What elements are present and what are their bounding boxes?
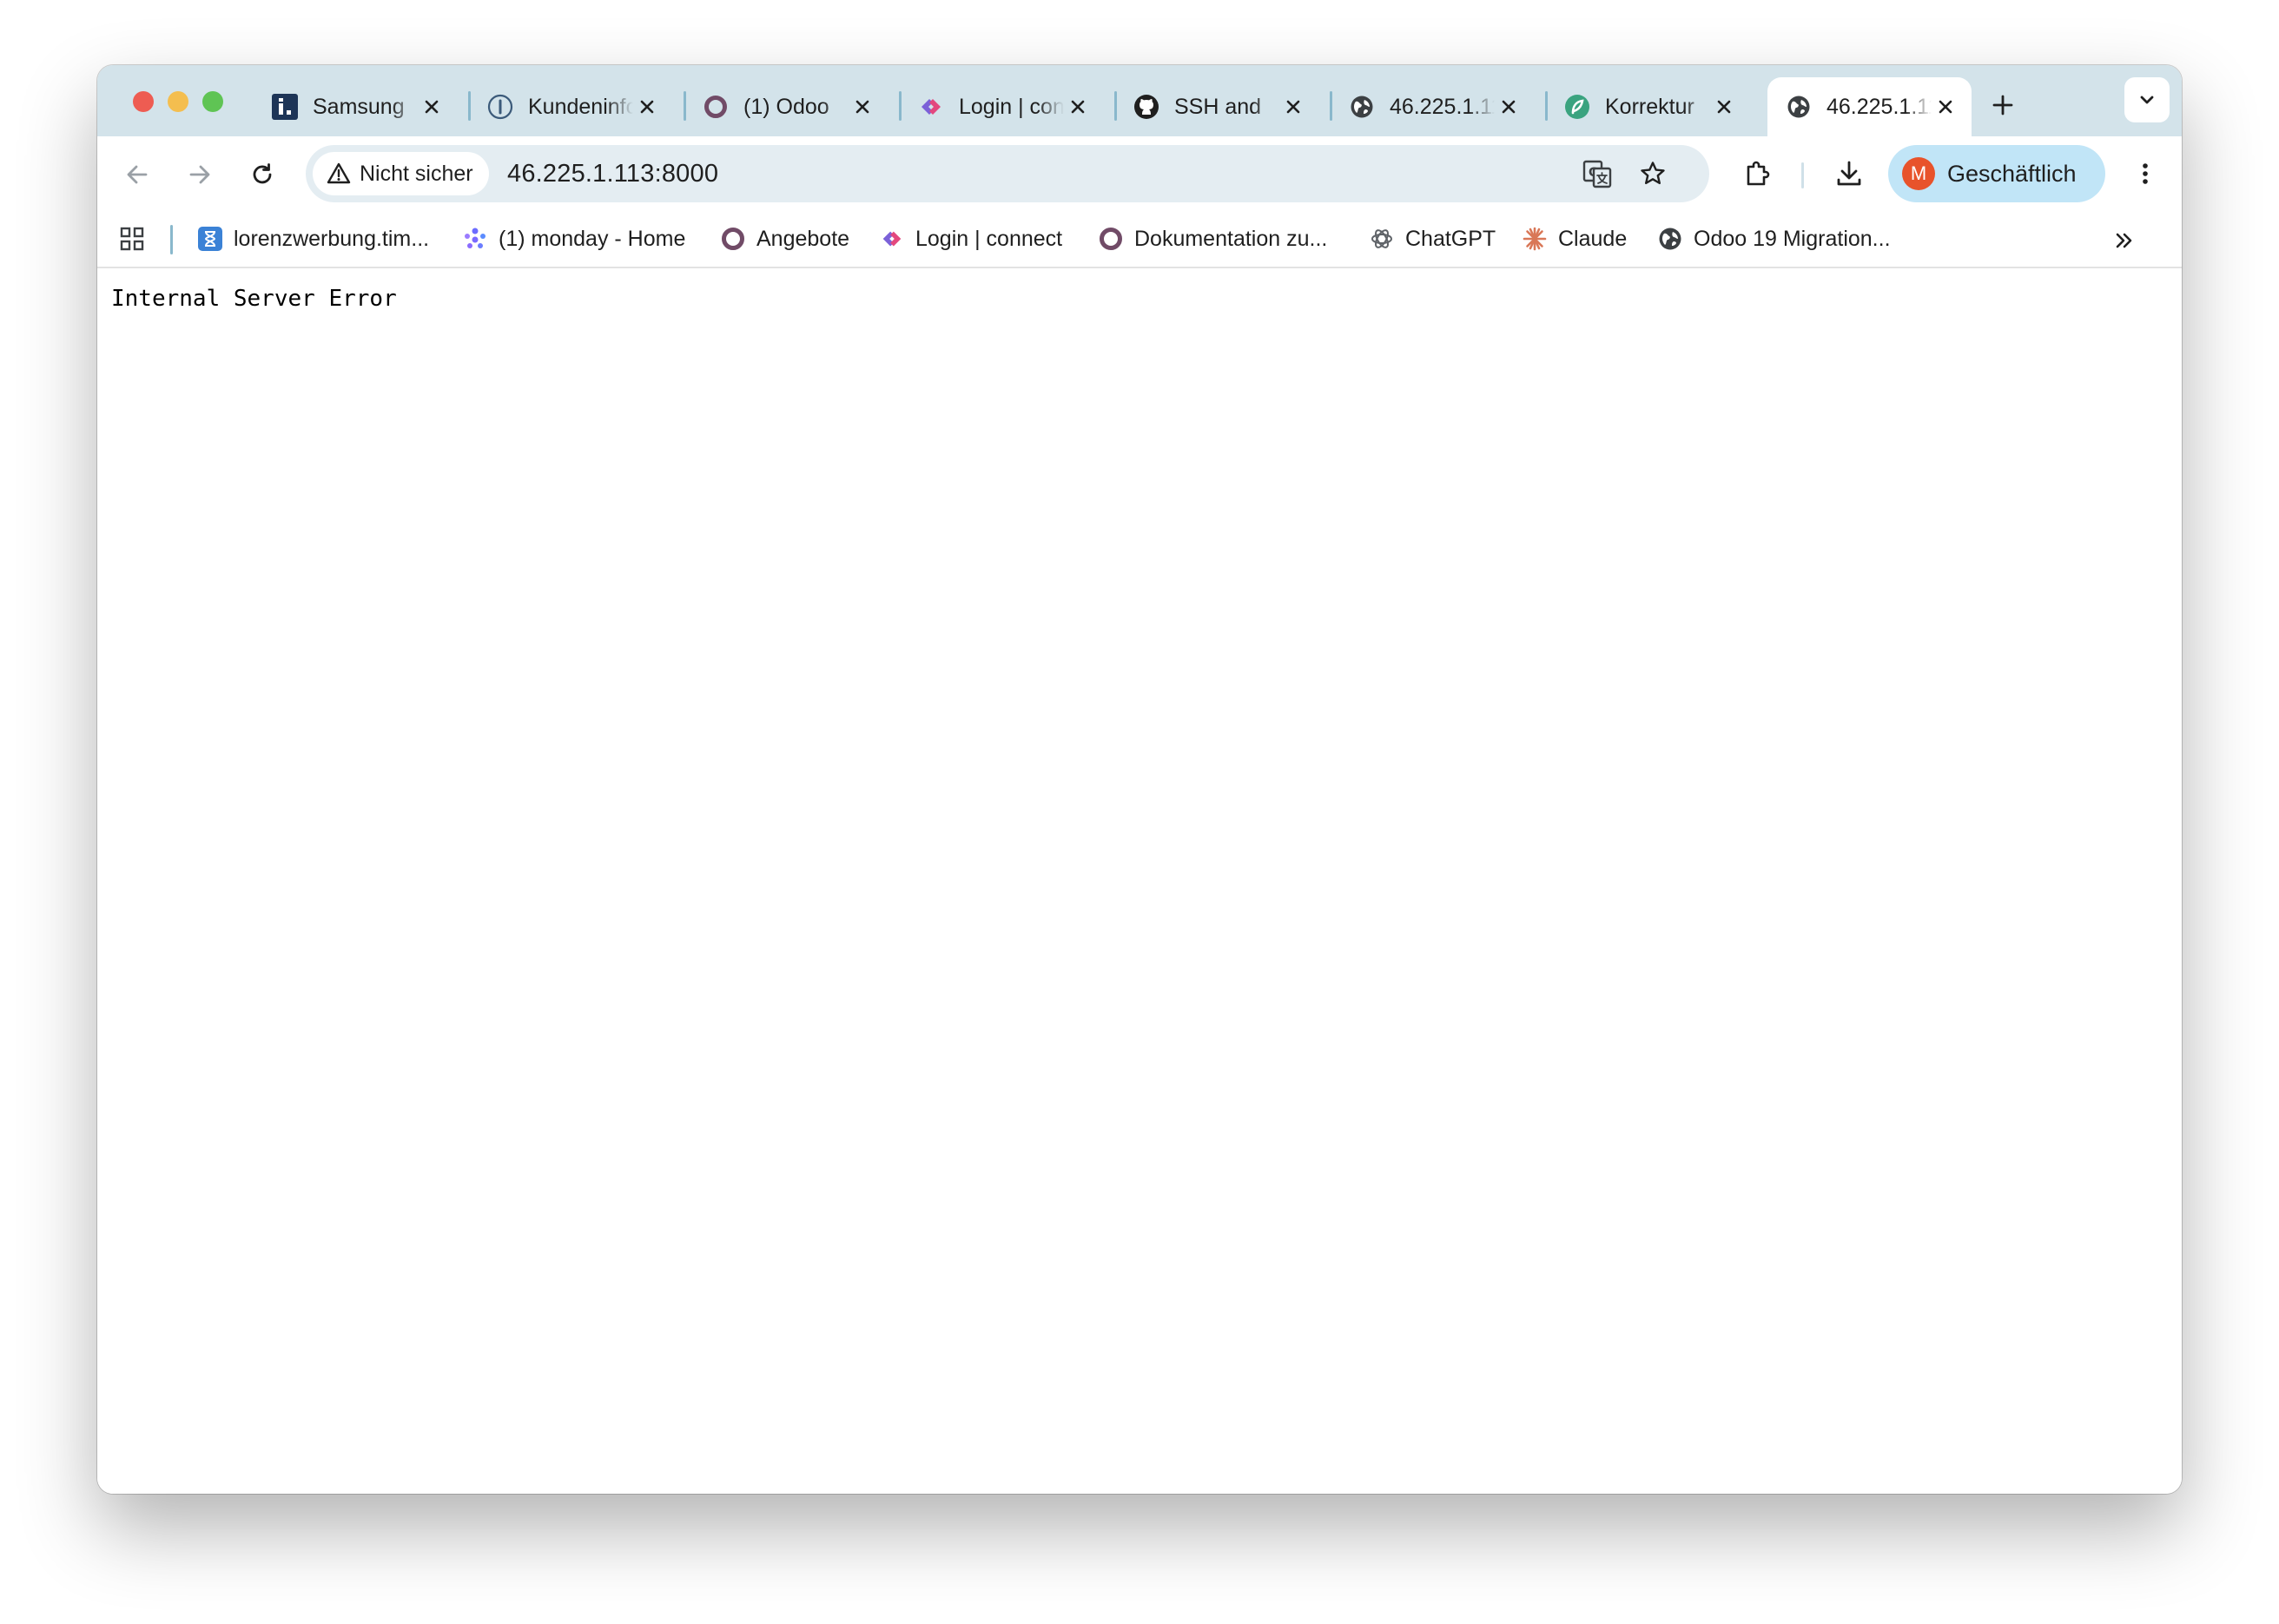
arrow-left-icon [127,165,148,184]
security-label: Nicht sicher [360,161,473,186]
close-icon[interactable] [1932,93,1959,121]
close-icon[interactable] [418,93,446,121]
bookmark-label: lorenzwerbung.tim... [234,226,430,251]
toolbar-divider [1801,162,1804,188]
window-close-button[interactable] [133,91,154,112]
timer-icon [197,226,223,252]
more-bookmarks-button[interactable] [2105,221,2144,260]
url-text[interactable]: 46.225.1.113:8000 [507,160,718,188]
tab-active-ip-address[interactable]: 46.225.1.113:8000 [1767,77,1972,136]
odoo-icon [702,93,730,121]
bookmark-claude[interactable]: Claude [1522,221,1627,256]
security-indicator[interactable]: Nicht sicher [313,152,489,195]
star-icon [1641,162,1665,185]
apps-button[interactable] [116,223,148,254]
forward-button[interactable] [181,155,219,194]
address-bar[interactable]: Nicht sicher 46.225.1.113:8000 G [306,145,1709,202]
downloads-button[interactable] [1830,155,1868,193]
globe-icon [1785,93,1813,121]
bookmark-monday[interactable]: (1) monday - Home [462,221,685,256]
bookmark-label: Claude [1558,226,1628,251]
bookmark-label: ChatGPT [1405,226,1496,251]
bookmark-login-connect[interactable]: Login | connect [879,221,1062,256]
chevron-down-icon [2140,96,2154,104]
leaf-icon [1563,93,1591,121]
arrow-right-icon [189,165,210,184]
error-message: Internal Server Error [111,286,397,312]
close-icon[interactable] [1495,93,1523,121]
tab-strip: Samsung Kundeninfo (1) Odoo Login | con … [97,65,2182,136]
tab-title: Korrektur [1605,94,1694,119]
tab-title: SSH and [1174,94,1262,119]
bookmark-label: Angebote [756,226,850,251]
close-icon[interactable] [849,93,876,121]
menu-button[interactable] [2126,155,2164,193]
bookmarks-bar: lorenzwerbung.tim... (1) monday - Home A… [97,211,2182,268]
github-icon [1133,93,1160,121]
bookmark-lorenzwerbung[interactable]: lorenzwerbung.tim... [197,221,429,256]
tab-search-button[interactable] [2124,77,2170,122]
i-logo-icon [271,93,299,121]
tab-odoo[interactable]: (1) Odoo [676,77,888,136]
globe-icon [1657,226,1683,252]
bookmark-label: (1) monday - Home [499,226,686,251]
tab-login-connect[interactable]: Login | connect [891,77,1104,136]
browser-window: Samsung Kundeninfo (1) Odoo Login | con … [97,65,2182,1494]
window-minimize-button[interactable] [168,91,188,112]
bookmark-label: Login | connect [915,226,1063,251]
connect-icon [917,93,945,121]
connect-icon [879,226,905,252]
bookmark-chatgpt[interactable]: ChatGPT [1369,221,1496,256]
close-icon[interactable] [1710,93,1738,121]
grid-icon [120,227,144,251]
close-icon[interactable] [1064,93,1092,121]
back-button[interactable] [118,155,156,194]
tab-title: 46.225.1.113:8000 [1390,94,1495,119]
bookmark-label: Odoo 19 Migration... [1694,226,1891,251]
toolbar: Nicht sicher 46.225.1.113:8000 G M Gesch… [97,136,2182,211]
page-content: Internal Server Error [97,268,2182,1494]
bookmark-angebote[interactable]: Angebote [720,221,849,256]
profile-name: Geschäftlich [1947,160,2077,187]
tab-ssh[interactable]: SSH and [1106,77,1319,136]
tab-title: 46.225.1.113:8000 [1827,94,1932,119]
translate-icon: G [1582,160,1612,188]
profile-button[interactable]: M Geschäftlich [1888,145,2105,202]
claude-icon [1522,226,1548,252]
window-maximize-button[interactable] [202,91,223,112]
warning-icon [327,162,351,184]
kebab-menu-icon [2143,163,2148,184]
odoo-icon [1098,226,1124,252]
bookmark-dokumentation[interactable]: Dokumentation zu... [1098,221,1327,256]
puzzle-icon [1747,161,1770,186]
download-icon [1837,161,1861,186]
double-chevron-right-icon [2116,233,2132,248]
extensions-button[interactable] [1739,155,1777,193]
tab-title: Login | connect [959,94,1064,119]
monday-icon [462,226,488,252]
close-icon[interactable] [1279,93,1307,121]
globe-icon [1348,93,1376,121]
tab-title: (1) Odoo [743,94,829,119]
bookmark-label: Dokumentation zu... [1134,226,1328,251]
tab-samsung[interactable]: Samsung [245,77,458,136]
info-icon [486,93,514,121]
odoo-icon [720,226,746,252]
bookmark-odoo-migration[interactable]: Odoo 19 Migration... [1657,221,1891,256]
tab-korrektur[interactable]: Korrektur [1537,77,1750,136]
chatgpt-icon [1369,226,1395,252]
close-icon[interactable] [633,93,661,121]
new-tab-button[interactable] [1984,86,2022,124]
tab-kundeninfo[interactable]: Kundeninfo [460,77,673,136]
tab-title: Samsung [313,94,405,119]
bookmarks-divider [170,225,173,254]
avatar: M [1902,157,1935,190]
tab-title: Kundeninfo [528,94,633,119]
reload-button[interactable] [243,155,281,194]
translate-button[interactable]: G [1578,155,1616,193]
reload-icon [253,163,272,184]
bookmark-star-button[interactable] [1634,155,1672,193]
tab-ip-address[interactable]: 46.225.1.113:8000 [1322,77,1535,136]
plus-icon [1992,95,2013,116]
